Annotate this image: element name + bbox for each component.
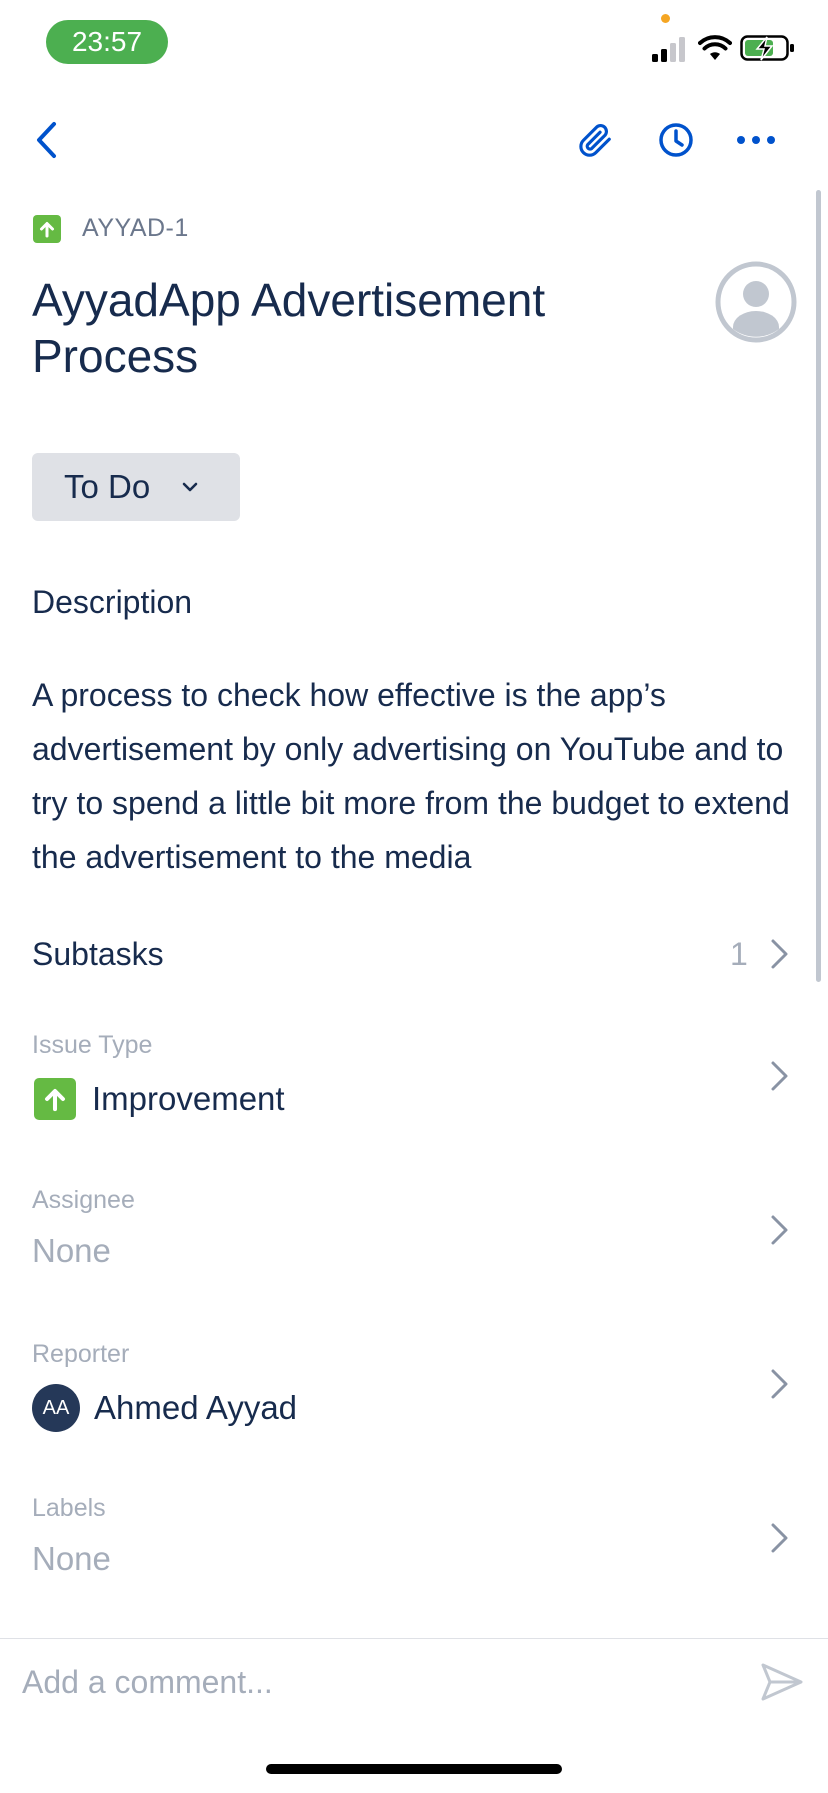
status-label: To Do bbox=[64, 468, 151, 505]
subtasks-row[interactable]: Subtasks 1 bbox=[0, 920, 828, 986]
assignee-avatar-button[interactable] bbox=[715, 261, 797, 348]
chevron-left-icon bbox=[37, 122, 56, 158]
cellular-signal-icon bbox=[652, 36, 688, 67]
assignee-value: None bbox=[32, 1232, 111, 1269]
chevron-right-icon bbox=[771, 1523, 788, 1553]
more-icon bbox=[737, 136, 775, 144]
issue-type-icon bbox=[33, 215, 61, 243]
wifi-icon bbox=[698, 35, 732, 66]
issue-type-value-container: Improvement bbox=[34, 1078, 285, 1120]
battery-charging-icon bbox=[740, 34, 796, 67]
issue-type-label: Issue Type bbox=[32, 1031, 153, 1059]
assignee-label: Assignee bbox=[32, 1186, 135, 1214]
scrollbar[interactable] bbox=[816, 190, 821, 982]
description-heading: Description bbox=[32, 584, 193, 620]
reporter-value: Ahmed Ayyad bbox=[94, 1389, 298, 1426]
issue-type-value: Improvement bbox=[92, 1080, 285, 1117]
issue-title[interactable]: AyyadApp Advertisement Process bbox=[32, 272, 672, 384]
improvement-icon bbox=[34, 1078, 76, 1120]
clock-icon bbox=[659, 123, 693, 157]
send-button[interactable] bbox=[760, 1662, 804, 1707]
reporter-row[interactable]: Reporter AA Ahmed Ayyad bbox=[0, 1334, 828, 1444]
status-time: 23:57 bbox=[46, 20, 168, 64]
labels-row[interactable]: Labels None bbox=[0, 1488, 828, 1598]
subtasks-heading: Subtasks bbox=[32, 936, 164, 972]
comment-input[interactable] bbox=[22, 1656, 722, 1708]
status-dropdown-button[interactable]: To Do bbox=[32, 453, 240, 521]
history-button[interactable] bbox=[654, 118, 698, 162]
chevron-down-icon bbox=[182, 482, 198, 492]
user-avatar-icon bbox=[715, 261, 797, 343]
attach-button[interactable] bbox=[574, 118, 616, 162]
home-indicator bbox=[266, 1764, 562, 1774]
subtasks-count: 1 bbox=[730, 936, 748, 972]
chevron-right-icon bbox=[771, 1369, 788, 1399]
chevron-right-icon bbox=[771, 939, 788, 969]
paperclip-icon bbox=[579, 124, 611, 157]
arrow-up-icon bbox=[45, 1089, 65, 1112]
reporter-avatar: AA bbox=[32, 1384, 80, 1432]
back-button[interactable] bbox=[26, 118, 66, 162]
description-text[interactable]: A process to check how effective is the … bbox=[32, 668, 792, 884]
reporter-value-container: AA Ahmed Ayyad bbox=[32, 1384, 297, 1432]
send-icon bbox=[761, 1663, 803, 1701]
chevron-right-icon bbox=[771, 1215, 788, 1245]
chevron-right-icon bbox=[771, 1061, 788, 1091]
reporter-label: Reporter bbox=[32, 1340, 130, 1368]
more-options-button[interactable] bbox=[734, 118, 778, 162]
issue-type-row[interactable]: Issue Type Improvement bbox=[0, 1025, 828, 1135]
arrow-up-icon bbox=[40, 222, 54, 238]
assignee-row[interactable]: Assignee None bbox=[0, 1180, 828, 1290]
labels-label: Labels bbox=[32, 1494, 106, 1522]
labels-value: None bbox=[32, 1540, 111, 1577]
issue-key[interactable]: AYYAD-1 bbox=[82, 214, 189, 243]
privacy-indicator-dot bbox=[661, 14, 670, 23]
